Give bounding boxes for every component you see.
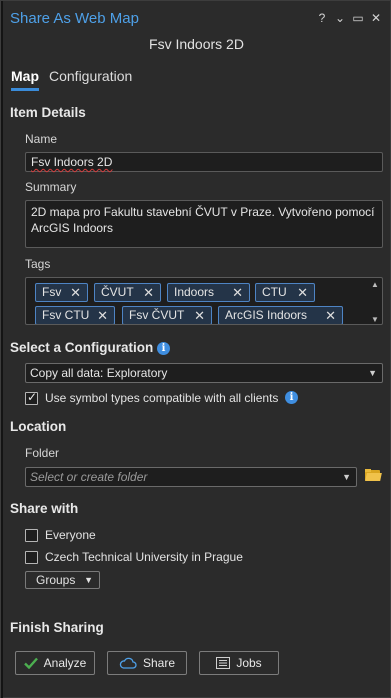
tags-field[interactable]: Fsv ✕ ČVUT ✕ Indoors ✕ CTU ✕ Fsv CTU ✕ Fsv ČV… — [25, 277, 383, 325]
symbol-types-checkbox[interactable] — [25, 390, 38, 405]
options-menu-icon[interactable]: ⌄ — [334, 11, 346, 25]
name-label: Name — [25, 132, 58, 146]
configuration-select[interactable]: Copy all data: Exploratory ▼ — [25, 363, 383, 383]
groups-dropdown-button[interactable]: Groups ▼ — [25, 571, 100, 589]
everyone-checkbox[interactable] — [25, 528, 38, 542]
tag-chip[interactable]: CTU ✕ — [255, 283, 315, 302]
chevron-down-icon: ▼ — [368, 368, 377, 378]
name-value: Fsv Indoors 2D — [31, 155, 113, 169]
pane-edge — [1, 1, 3, 698]
organization-checkbox[interactable] — [25, 550, 38, 564]
remove-tag-icon[interactable]: ✕ — [297, 284, 308, 301]
tab-map[interactable]: Map — [11, 67, 39, 91]
share-as-web-map-pane: Share As Web Map ? ⌄ ▭ ✕ Fsv Indoors 2D … — [0, 0, 391, 698]
title-tools: ? ⌄ ▭ ✕ — [316, 11, 382, 25]
title-row: Share As Web Map ? ⌄ ▭ ✕ — [10, 10, 382, 30]
everyone-label: Everyone — [45, 528, 96, 542]
configuration-heading: Select a Configuration — [10, 340, 154, 355]
share-button[interactable]: Share — [107, 651, 187, 675]
tag-chip[interactable]: ArcGIS Indoors ✕ — [218, 306, 343, 324]
summary-value: 2D mapa pro Fakultu stavební ČVUT v Praz… — [31, 205, 375, 235]
folder-placeholder: Select or create folder — [30, 470, 148, 484]
remove-tag-icon[interactable]: ✕ — [143, 284, 154, 301]
folder-select[interactable]: Select or create folder ▼ — [25, 467, 357, 487]
scroll-up-icon[interactable]: ▲ — [371, 280, 379, 289]
tag-label: ArcGIS Indoors — [225, 308, 308, 322]
analyze-label: Analyze — [43, 656, 87, 670]
scroll-down-icon[interactable]: ▼ — [371, 315, 379, 324]
everyone-row[interactable]: Everyone — [25, 527, 96, 543]
tag-chip[interactable]: Fsv ✕ — [35, 283, 88, 302]
info-icon[interactable]: i — [285, 391, 298, 404]
pane-title: Share As Web Map — [10, 10, 139, 27]
remove-tag-icon[interactable]: ✕ — [325, 307, 336, 324]
jobs-label: Jobs — [236, 656, 262, 670]
symbol-types-row[interactable]: Use symbol types compatible with all cli… — [25, 390, 278, 406]
chevron-down-icon: ▼ — [84, 575, 93, 585]
analyze-button[interactable]: Analyze — [15, 651, 95, 675]
tag-chip[interactable]: Indoors ✕ — [167, 283, 250, 302]
remove-tag-icon[interactable]: ✕ — [97, 307, 108, 324]
tags-scrollbar[interactable]: ▲ ▼ — [370, 280, 380, 324]
restore-icon[interactable]: ▭ — [352, 11, 364, 25]
tag-chip[interactable]: Fsv CTU ✕ — [35, 306, 115, 324]
cloud-icon — [119, 657, 137, 669]
browse-folder-icon[interactable] — [365, 469, 382, 481]
item-name-subtitle: Fsv Indoors 2D — [149, 36, 244, 52]
remove-tag-icon[interactable]: ✕ — [232, 284, 243, 301]
organization-label: Czech Technical University in Prague — [45, 550, 243, 564]
check-icon — [23, 657, 38, 669]
configuration-value: Copy all data: Exploratory — [30, 366, 168, 380]
help-icon[interactable]: ? — [316, 11, 328, 25]
groups-label: Groups — [36, 573, 76, 587]
tag-label: Fsv ČVUT — [129, 308, 185, 322]
info-icon[interactable]: i — [157, 342, 170, 355]
location-heading: Location — [10, 419, 67, 434]
chevron-down-icon: ▼ — [342, 472, 351, 482]
remove-tag-icon[interactable]: ✕ — [70, 284, 81, 301]
symbol-types-label: Use symbol types compatible with all cli… — [45, 391, 279, 405]
tags-label: Tags — [25, 257, 51, 271]
tag-label: CTU — [262, 285, 287, 299]
finish-sharing-heading: Finish Sharing — [10, 620, 104, 635]
tag-label: Indoors — [174, 285, 215, 299]
tab-configuration[interactable]: Configuration — [49, 67, 132, 91]
name-input[interactable]: Fsv Indoors 2D — [25, 152, 383, 172]
tag-label: Fsv CTU — [42, 308, 90, 322]
item-details-heading: Item Details — [10, 105, 86, 120]
summary-label: Summary — [25, 180, 77, 194]
jobs-list-icon — [216, 657, 231, 669]
share-with-heading: Share with — [10, 501, 79, 516]
tab-bar: Map Configuration — [11, 67, 132, 91]
tag-chip[interactable]: Fsv ČVUT ✕ — [122, 306, 212, 324]
tag-chip[interactable]: ČVUT ✕ — [94, 283, 161, 302]
organization-row[interactable]: Czech Technical University in Prague — [25, 549, 243, 565]
close-icon[interactable]: ✕ — [370, 11, 382, 25]
jobs-button[interactable]: Jobs — [199, 651, 279, 675]
share-label: Share — [142, 656, 176, 670]
remove-tag-icon[interactable]: ✕ — [194, 307, 205, 324]
summary-textarea[interactable]: 2D mapa pro Fakultu stavební ČVUT v Praz… — [25, 200, 383, 248]
folder-label: Folder — [25, 446, 60, 460]
tag-label: Fsv — [42, 285, 62, 299]
tag-label: ČVUT — [101, 285, 134, 299]
